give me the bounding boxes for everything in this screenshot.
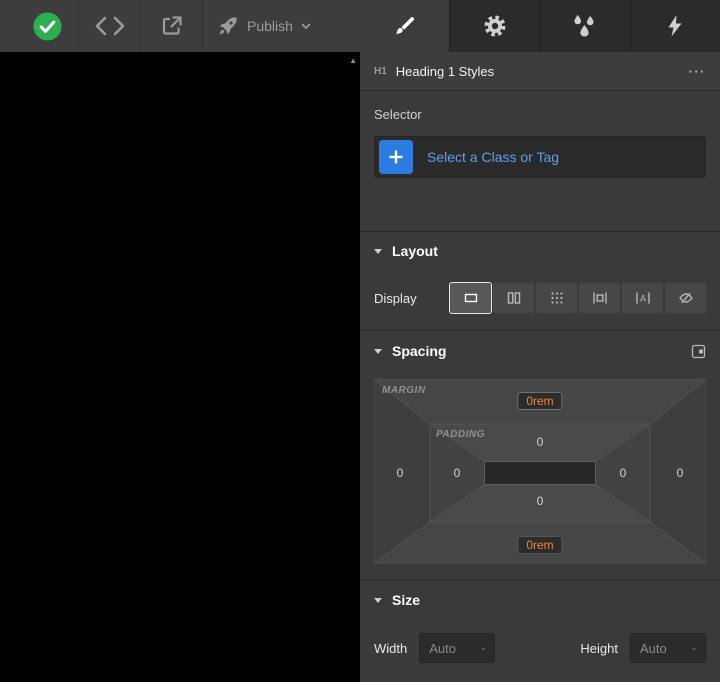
check-circle-icon xyxy=(32,11,63,42)
layout-section-header[interactable]: Layout xyxy=(360,232,720,270)
display-flex-icon xyxy=(506,290,522,306)
display-option-flex[interactable] xyxy=(493,283,534,313)
design-canvas[interactable]: ▲ xyxy=(0,52,360,682)
breadcrumb-menu-button[interactable]: ··· xyxy=(689,64,707,79)
selector-placeholder: Select a Class or Tag xyxy=(427,149,560,165)
caret-down-icon xyxy=(374,248,382,254)
height-value[interactable]: Auto xyxy=(640,641,667,656)
display-option-none[interactable] xyxy=(665,283,706,313)
margin-right-value[interactable]: 0 xyxy=(677,466,684,480)
size-section-header[interactable]: Size xyxy=(360,581,720,619)
selector-section-spacer xyxy=(360,190,720,232)
tab-interactions[interactable] xyxy=(539,0,630,52)
padding-bottom-value[interactable]: 0 xyxy=(537,494,544,508)
share-button[interactable] xyxy=(140,0,202,52)
height-input[interactable]: Auto - xyxy=(630,633,706,663)
width-label: Width xyxy=(374,640,408,656)
height-unit-dropdown[interactable]: - xyxy=(692,641,696,655)
top-bar: Publish xyxy=(0,0,720,52)
eye-off-icon xyxy=(678,290,694,306)
toolbar: Publish xyxy=(0,0,360,52)
margin-bottom-value[interactable]: 0rem xyxy=(517,536,563,554)
code-export-button[interactable] xyxy=(78,0,140,52)
display-options-group: A xyxy=(449,282,706,314)
caret-down-icon xyxy=(374,348,382,354)
padding-right-value[interactable]: 0 xyxy=(620,466,627,480)
size-section-title: Size xyxy=(392,592,421,608)
layout-section-title: Layout xyxy=(392,243,438,259)
chevron-down-icon xyxy=(301,23,311,30)
width-value[interactable]: Auto xyxy=(429,641,456,656)
code-brackets-icon xyxy=(95,16,125,36)
publish-button[interactable]: Publish xyxy=(202,0,360,52)
margin-left-value[interactable]: 0 xyxy=(397,466,404,480)
display-block-icon xyxy=(463,290,479,306)
spacing-edit-mode-icon[interactable] xyxy=(691,344,706,359)
display-grid-icon xyxy=(549,290,565,306)
display-setting-row: Display A xyxy=(360,270,720,331)
status-check-button[interactable] xyxy=(16,0,78,52)
tab-triggers[interactable] xyxy=(629,0,720,52)
tab-style[interactable] xyxy=(360,0,450,52)
rocket-icon xyxy=(217,15,239,37)
paintbrush-icon xyxy=(393,15,416,38)
selector-label: Selector xyxy=(374,107,422,122)
spacing-section: MARGIN PADDING 0rem 0rem 0 0 0 0 0 0 xyxy=(360,371,720,581)
caret-down-icon xyxy=(374,597,382,603)
class-selector-field[interactable]: Select a Class or Tag xyxy=(374,136,706,178)
export-share-icon xyxy=(160,14,184,38)
spacing-section-title: Spacing xyxy=(392,343,447,359)
lightning-bolt-icon xyxy=(665,14,685,38)
display-option-inline-block[interactable] xyxy=(579,283,620,313)
display-inline-block-icon xyxy=(592,290,608,306)
display-option-inline[interactable]: A xyxy=(622,283,663,313)
water-drops-icon xyxy=(573,14,597,38)
padding-label: PADDING xyxy=(436,429,485,440)
width-unit-dropdown[interactable]: - xyxy=(481,641,485,655)
margin-padding-widget: MARGIN PADDING 0rem 0rem 0 0 0 0 0 0 xyxy=(374,379,706,564)
panel-tab-bar xyxy=(360,0,720,52)
selected-element-breadcrumb: H1 Heading 1 Styles ··· xyxy=(360,52,720,91)
spacing-section-header[interactable]: Spacing xyxy=(360,331,720,371)
scrollbar-up-arrow[interactable]: ▲ xyxy=(349,57,357,65)
tab-settings[interactable] xyxy=(449,0,540,52)
display-label: Display xyxy=(374,290,417,306)
display-option-block[interactable] xyxy=(449,282,492,314)
padding-left-value[interactable]: 0 xyxy=(454,466,461,480)
margin-label: MARGIN xyxy=(382,385,426,396)
style-panel: H1 Heading 1 Styles ··· Selector Select … xyxy=(360,52,720,682)
element-title: Heading 1 Styles xyxy=(395,63,495,79)
plus-icon xyxy=(388,149,404,165)
padding-top-value[interactable]: 0 xyxy=(537,435,544,449)
add-class-button[interactable] xyxy=(379,140,413,174)
size-setting-row: Width Auto - Height Auto - xyxy=(360,619,720,677)
element-tag-badge: H1 xyxy=(374,65,387,77)
svg-text:A: A xyxy=(639,294,645,304)
margin-top-value[interactable]: 0rem xyxy=(517,392,563,410)
display-inline-icon: A xyxy=(635,290,651,306)
display-option-grid[interactable] xyxy=(536,283,577,313)
publish-label: Publish xyxy=(247,18,293,34)
selector-section: Selector Select a Class or Tag xyxy=(360,91,720,190)
width-input[interactable]: Auto - xyxy=(419,633,496,663)
height-label: Height xyxy=(580,640,618,656)
gear-icon xyxy=(483,14,507,38)
spacing-center-box[interactable] xyxy=(484,461,596,485)
